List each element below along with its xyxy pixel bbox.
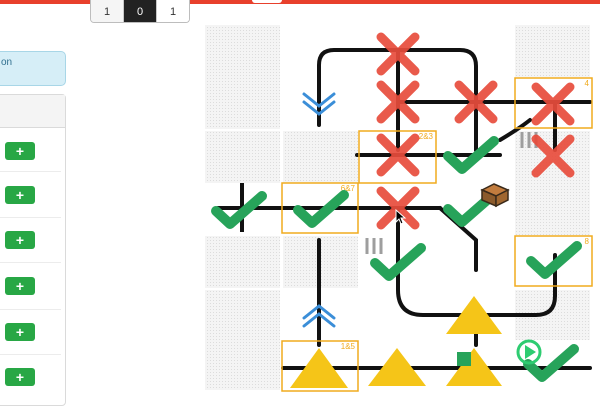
- check-icon: [531, 246, 577, 274]
- green-block: [457, 352, 471, 366]
- tile-label-2-and-3: 2&3: [419, 132, 434, 141]
- tile-label-1-and-5: 1&5: [341, 342, 356, 351]
- tile-label-8: 8: [585, 237, 590, 246]
- tile-label-4: 4: [585, 79, 590, 88]
- puzzle-board[interactable]: 2&3 4 6&7 8 1&5: [0, 0, 600, 400]
